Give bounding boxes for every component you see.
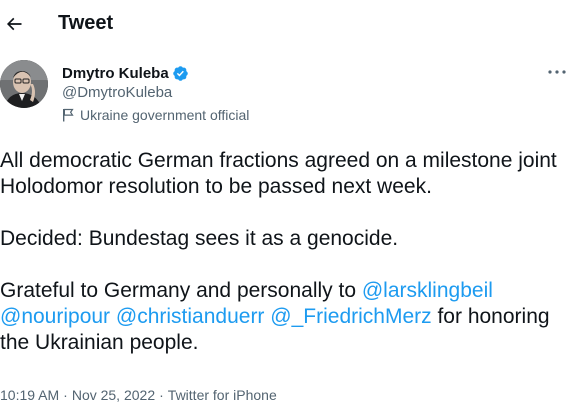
tweet-body: All democratic German fractions agreed o… <box>0 148 580 356</box>
avatar[interactable] <box>0 60 48 108</box>
tweet-paragraph: Grateful to Germany and personally to @l… <box>0 278 580 356</box>
back-button[interactable] <box>0 4 34 42</box>
tweet-date: Nov 25, 2022 <box>71 387 156 403</box>
affiliation-label: Ukraine government official <box>62 106 249 124</box>
author-name-row: Dmytro Kuleba <box>62 63 189 83</box>
mention-link-nouripour[interactable]: @nouripour <box>0 305 110 328</box>
page-header: Tweet <box>0 0 583 46</box>
avatar-photo <box>0 60 48 108</box>
mention-link-christianduerr[interactable]: @christianduerr <box>116 305 265 328</box>
meta-separator: · <box>63 387 68 403</box>
meta-separator: · <box>159 387 164 403</box>
tweet-time: 10:19 AM <box>0 387 60 403</box>
mention-link-friedrichmerz[interactable]: @_FriedrichMerz <box>270 305 431 328</box>
verified-badge-icon <box>172 65 188 81</box>
mention-link-larsklingbeil[interactable]: @larsklingbeil <box>362 279 493 302</box>
tweet-paragraph: All democratic German fractions agreed o… <box>0 149 557 198</box>
author-handle[interactable]: @DmytroKuleba <box>62 84 172 102</box>
tweet-paragraph: Decided: Bundestag sees it as a genocide… <box>0 227 399 250</box>
page-title: Tweet <box>58 12 114 34</box>
arrow-left-icon <box>6 17 22 31</box>
flag-icon <box>63 108 74 122</box>
author-display-name[interactable]: Dmytro Kuleba <box>62 65 169 82</box>
tweet-source-link[interactable]: Twitter for iPhone <box>168 387 277 403</box>
tweet-time-link[interactable]: 10:19 AM · Nov 25, 2022 <box>0 387 155 403</box>
tweet-text-segment: Grateful to Germany and personally to <box>0 279 362 302</box>
tweet-metadata: 10:19 AM · Nov 25, 2022 · Twitter for iPhone <box>0 386 277 404</box>
more-options-button[interactable] <box>540 60 574 84</box>
more-horizontal-icon <box>548 70 566 74</box>
affiliation-label-text: Ukraine government official <box>80 107 250 123</box>
